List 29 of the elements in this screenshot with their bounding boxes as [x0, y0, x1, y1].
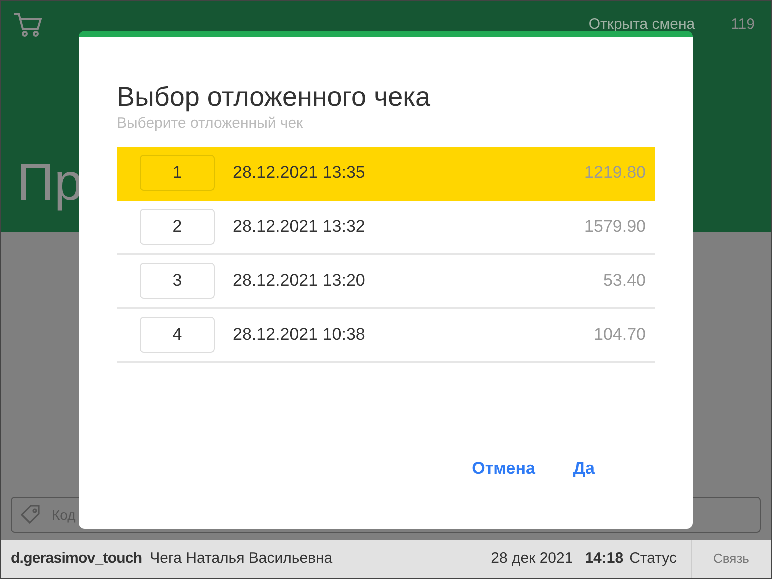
- dialog-subtitle: Выберите отложенный чек: [117, 114, 304, 134]
- cart-icon[interactable]: [13, 11, 43, 39]
- status-date: 28 дек 2021: [491, 548, 574, 569]
- receipt-row[interactable]: 1 28.12.2021 13:35 1219.80: [117, 146, 655, 200]
- shift-number: 119: [731, 14, 755, 35]
- dialog-button[interactable]: Да: [573, 456, 595, 481]
- receipt-datetime: 28.12.2021 13:35: [233, 162, 366, 184]
- page-title: Пр: [17, 154, 84, 212]
- receipt-amount: 104.70: [594, 324, 646, 346]
- dialog-button[interactable]: Отмена: [472, 456, 536, 481]
- receipt-number: 4: [140, 316, 215, 352]
- receipt-number: 2: [140, 208, 215, 244]
- status-time: 14:18: [585, 548, 624, 569]
- user-name: Чега Наталья Васильевна: [150, 548, 333, 569]
- receipt-amount: 53.40: [603, 270, 646, 292]
- receipt-amount: 1579.90: [584, 216, 646, 238]
- receipt-amount: 1219.80: [584, 162, 646, 184]
- receipt-datetime: 28.12.2021 13:32: [233, 216, 366, 238]
- receipt-datetime: 28.12.2021 13:20: [233, 270, 366, 292]
- receipt-number: 1: [140, 154, 215, 190]
- receipt-row[interactable]: 2 28.12.2021 13:32 1579.90: [117, 200, 655, 254]
- receipt-number: 3: [140, 262, 215, 298]
- dialog-title: Выбор отложенного чека: [117, 81, 432, 114]
- user-login: d.gerasimov_touch: [11, 548, 142, 569]
- receipt-row[interactable]: 4 28.12.2021 10:38 104.70: [117, 308, 655, 362]
- tag-icon: [19, 503, 43, 527]
- shift-status: Открыта смена: [588, 14, 696, 35]
- receipt-datetime: 28.12.2021 10:38: [233, 324, 366, 346]
- status-label[interactable]: Статус: [630, 548, 677, 570]
